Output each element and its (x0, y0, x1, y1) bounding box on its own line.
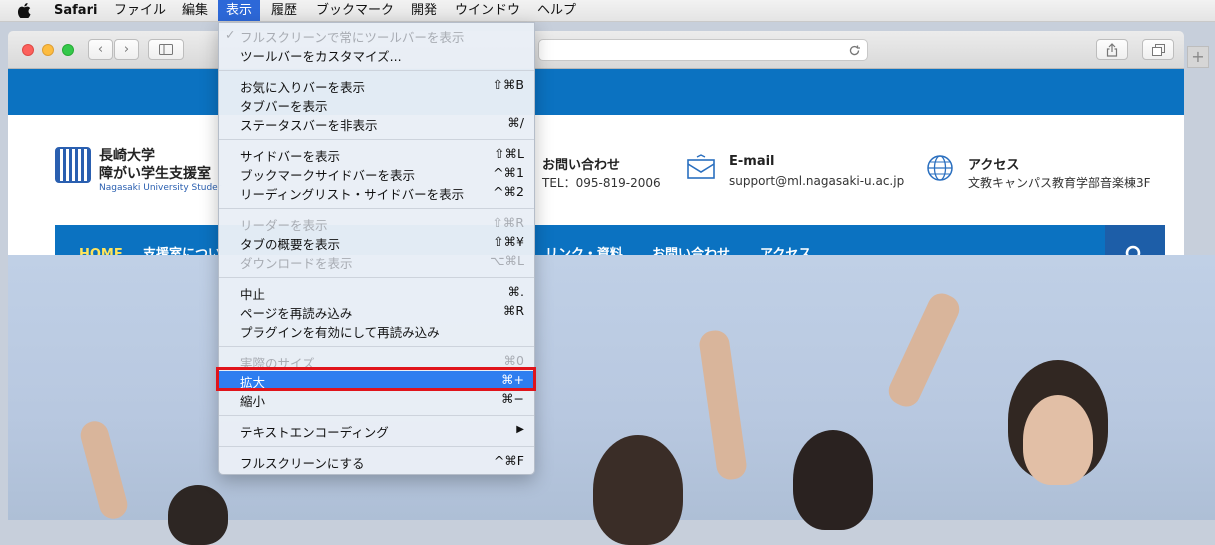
access-location: 文教キャンパス教育学部音楽棟3F (968, 176, 1151, 190)
email-title: E-mail (729, 154, 775, 169)
tabs-icon (1151, 43, 1165, 56)
apple-icon[interactable] (17, 3, 31, 22)
menu-history[interactable]: 履歴 (271, 0, 297, 21)
university-logo-icon (55, 147, 91, 183)
logo-office-name: 障がい学生支援室 (99, 166, 211, 182)
contact-phone: TEL：095-819-2006 (542, 176, 661, 190)
menu-item-always-show-toolbar: ✓ フルスクリーンで常にツールバーを表示 (225, 27, 465, 45)
menu-item-hide-status-bar[interactable]: ステータスバーを非表示 ⌘/ (219, 114, 534, 133)
access-title: アクセス (968, 158, 1020, 173)
close-window-button[interactable] (22, 44, 34, 56)
menu-item-show-favorites-bar[interactable]: お気に入りバーを表示 ⇧⌘B (219, 76, 534, 95)
menu-separator (219, 415, 534, 416)
menu-window[interactable]: ウインドウ (455, 0, 520, 21)
view-menu-dropdown: ✓ フルスクリーンで常にツールバーを表示 ツールバーをカスタマイズ... お気に… (218, 22, 535, 475)
menu-safari[interactable]: Safari (54, 0, 97, 21)
submenu-arrow-icon: ▶ (516, 424, 524, 435)
reload-icon[interactable] (848, 44, 861, 57)
menu-separator (219, 208, 534, 209)
menu-file[interactable]: ファイル (114, 0, 166, 21)
globe-icon (926, 154, 954, 186)
menu-separator (219, 139, 534, 140)
new-tab-button[interactable]: + (1187, 46, 1209, 68)
menu-item-stop[interactable]: 中止 ⌘. (219, 283, 534, 302)
email-address[interactable]: support@ml.nagasaki-u.ac.jp (729, 174, 904, 188)
contact-title: お問い合わせ (542, 158, 621, 173)
menu-item-customize-toolbar[interactable]: ツールバーをカスタマイズ... (219, 45, 534, 64)
annotation-highlight-box (216, 367, 536, 391)
plus-icon: + (1191, 47, 1205, 66)
menu-item-text-encoding[interactable]: テキストエンコーディング ▶ (219, 421, 534, 440)
menu-item-enter-fullscreen[interactable]: フルスクリーンにする ^⌘F (219, 452, 534, 471)
menu-view[interactable]: 表示 (218, 0, 261, 21)
menu-item-reload-page[interactable]: ページを再読み込み ⌘R (219, 302, 534, 321)
menu-item-show-sidebar[interactable]: サイドバーを表示 ⇧⌘L (219, 145, 534, 164)
chevron-left-icon: ‹ (97, 42, 104, 57)
address-bar[interactable] (538, 39, 868, 61)
menu-separator (219, 346, 534, 347)
menu-item-show-tab-overview[interactable]: タブの概要を表示 ⇧⌘¥ (219, 233, 534, 252)
sidebar-toggle-button[interactable] (148, 39, 184, 60)
menu-item-show-tab-bar[interactable]: タブバーを表示 (219, 95, 534, 114)
forward-button[interactable]: › (114, 39, 139, 60)
menu-edit[interactable]: 編集 (182, 0, 208, 21)
menu-bar: Safari ファイル 編集 表示 履歴 ブックマーク 開発 ウインドウ ヘルプ (0, 0, 1215, 22)
menu-item-show-downloads: ダウンロードを表示 ⌥⌘L (240, 253, 524, 271)
zoom-window-button[interactable] (62, 44, 74, 56)
sidebar-icon (159, 44, 173, 55)
site-top-band (8, 69, 1184, 115)
chevron-right-icon: › (123, 42, 130, 57)
envelope-icon (687, 154, 715, 186)
menu-item-show-reader: リーダーを表示 ⇧⌘R (240, 215, 524, 233)
logo-university-name: 長崎大学 (99, 148, 155, 164)
menu-separator (219, 277, 534, 278)
menu-item-show-reading-list-sidebar[interactable]: リーディングリスト・サイドバーを表示 ^⌘2 (219, 183, 534, 202)
menu-separator (219, 70, 534, 71)
hero-image (8, 255, 1215, 545)
logo-english-name: Nagasaki University Studer (99, 183, 222, 193)
tab-overview-button[interactable] (1142, 39, 1174, 60)
minimize-window-button[interactable] (42, 44, 54, 56)
menu-develop[interactable]: 開発 (411, 0, 437, 21)
menu-separator (219, 446, 534, 447)
menu-bookmarks[interactable]: ブックマーク (316, 0, 394, 21)
menu-item-show-bookmarks-sidebar[interactable]: ブックマークサイドバーを表示 ^⌘1 (219, 164, 534, 183)
share-icon (1106, 42, 1118, 57)
back-button[interactable]: ‹ (88, 39, 113, 60)
safari-toolbar: ‹ › (8, 31, 1184, 69)
menu-help[interactable]: ヘルプ (537, 0, 576, 21)
menu-item-reload-with-plugins[interactable]: プラグインを有効にして再読み込み (219, 321, 534, 340)
share-button[interactable] (1096, 39, 1128, 60)
checkmark-icon: ✓ (225, 27, 236, 42)
menu-item-zoom-out[interactable]: 縮小 ⌘− (219, 390, 534, 409)
